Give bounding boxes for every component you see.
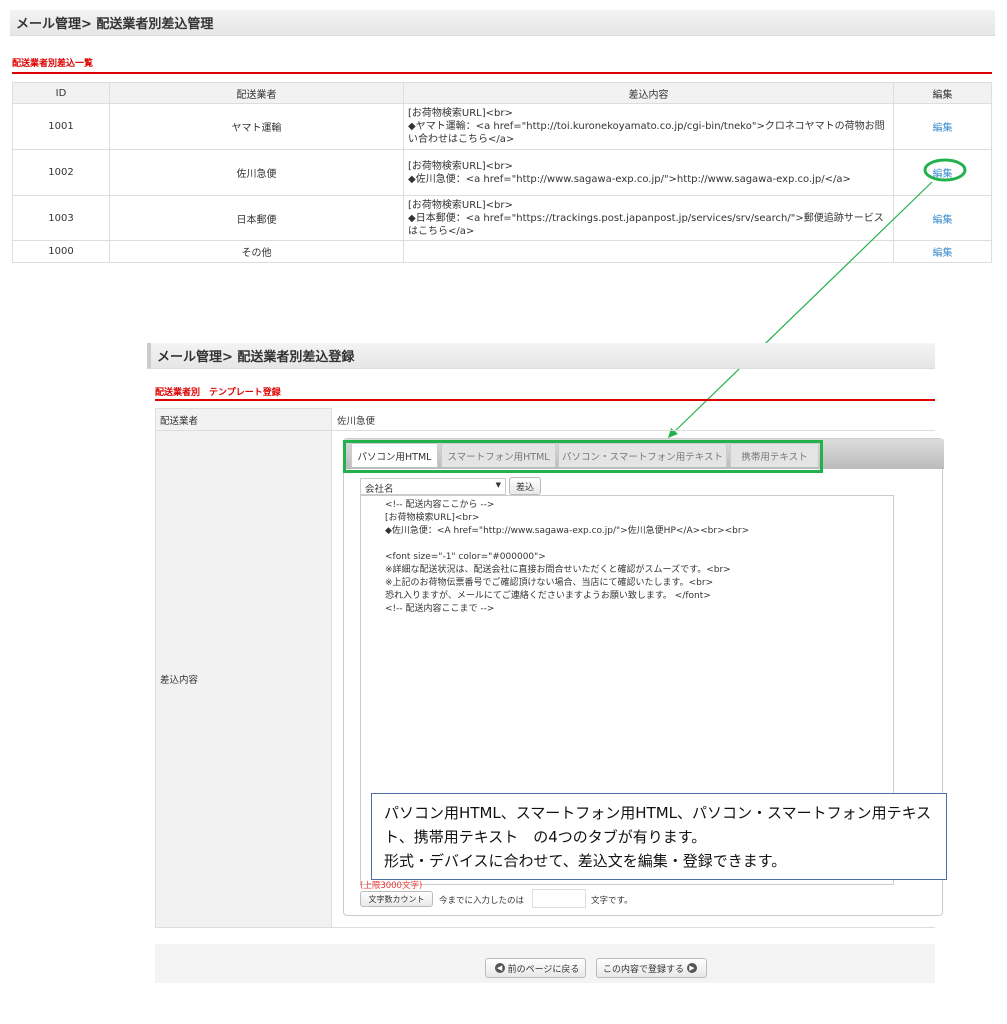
divider	[155, 399, 935, 401]
form-page-header: メール管理> 配送業者別差込登録	[147, 343, 935, 369]
carrier-value: 佐川急便	[337, 416, 376, 427]
back-button[interactable]: ◀ 前のページに戻る	[485, 958, 586, 978]
highlight-ellipse	[923, 158, 967, 182]
count-field[interactable]	[532, 889, 586, 908]
chevron-left-icon: ◀	[494, 963, 505, 973]
insert-button[interactable]: 差込	[509, 477, 541, 495]
submit-label: この内容で登録する	[602, 964, 684, 975]
chevron-right-icon: ▶	[687, 963, 697, 973]
tabs-highlight-box	[343, 440, 823, 473]
limit-note: (上限3000文字)	[360, 881, 423, 891]
section-title: 配送業者別 テンプレート登録	[155, 388, 281, 398]
select-value: 会社名	[365, 484, 394, 495]
carrier-label: 配送業者	[160, 416, 199, 427]
count-button[interactable]: 文字数カウント	[360, 891, 433, 907]
back-label: 前のページに戻る	[507, 964, 580, 975]
company-select[interactable]: 会社名 ▼	[360, 478, 506, 495]
arrow-line	[671, 181, 933, 435]
label-column	[155, 408, 332, 928]
annotation-callout: パソコン用HTML、スマートフォン用HTML、パソコン・スマートフォン用テキスト…	[371, 793, 947, 880]
content-label: 差込内容	[160, 675, 199, 686]
submit-button[interactable]: この内容で登録する ▶	[596, 958, 707, 978]
chevron-down-icon: ▼	[495, 481, 501, 489]
page-title: メール管理> 配送業者別差込登録	[157, 350, 355, 365]
count-suffix: 文字です。	[591, 896, 633, 906]
count-prefix: 今までに入力したのは	[439, 896, 525, 906]
